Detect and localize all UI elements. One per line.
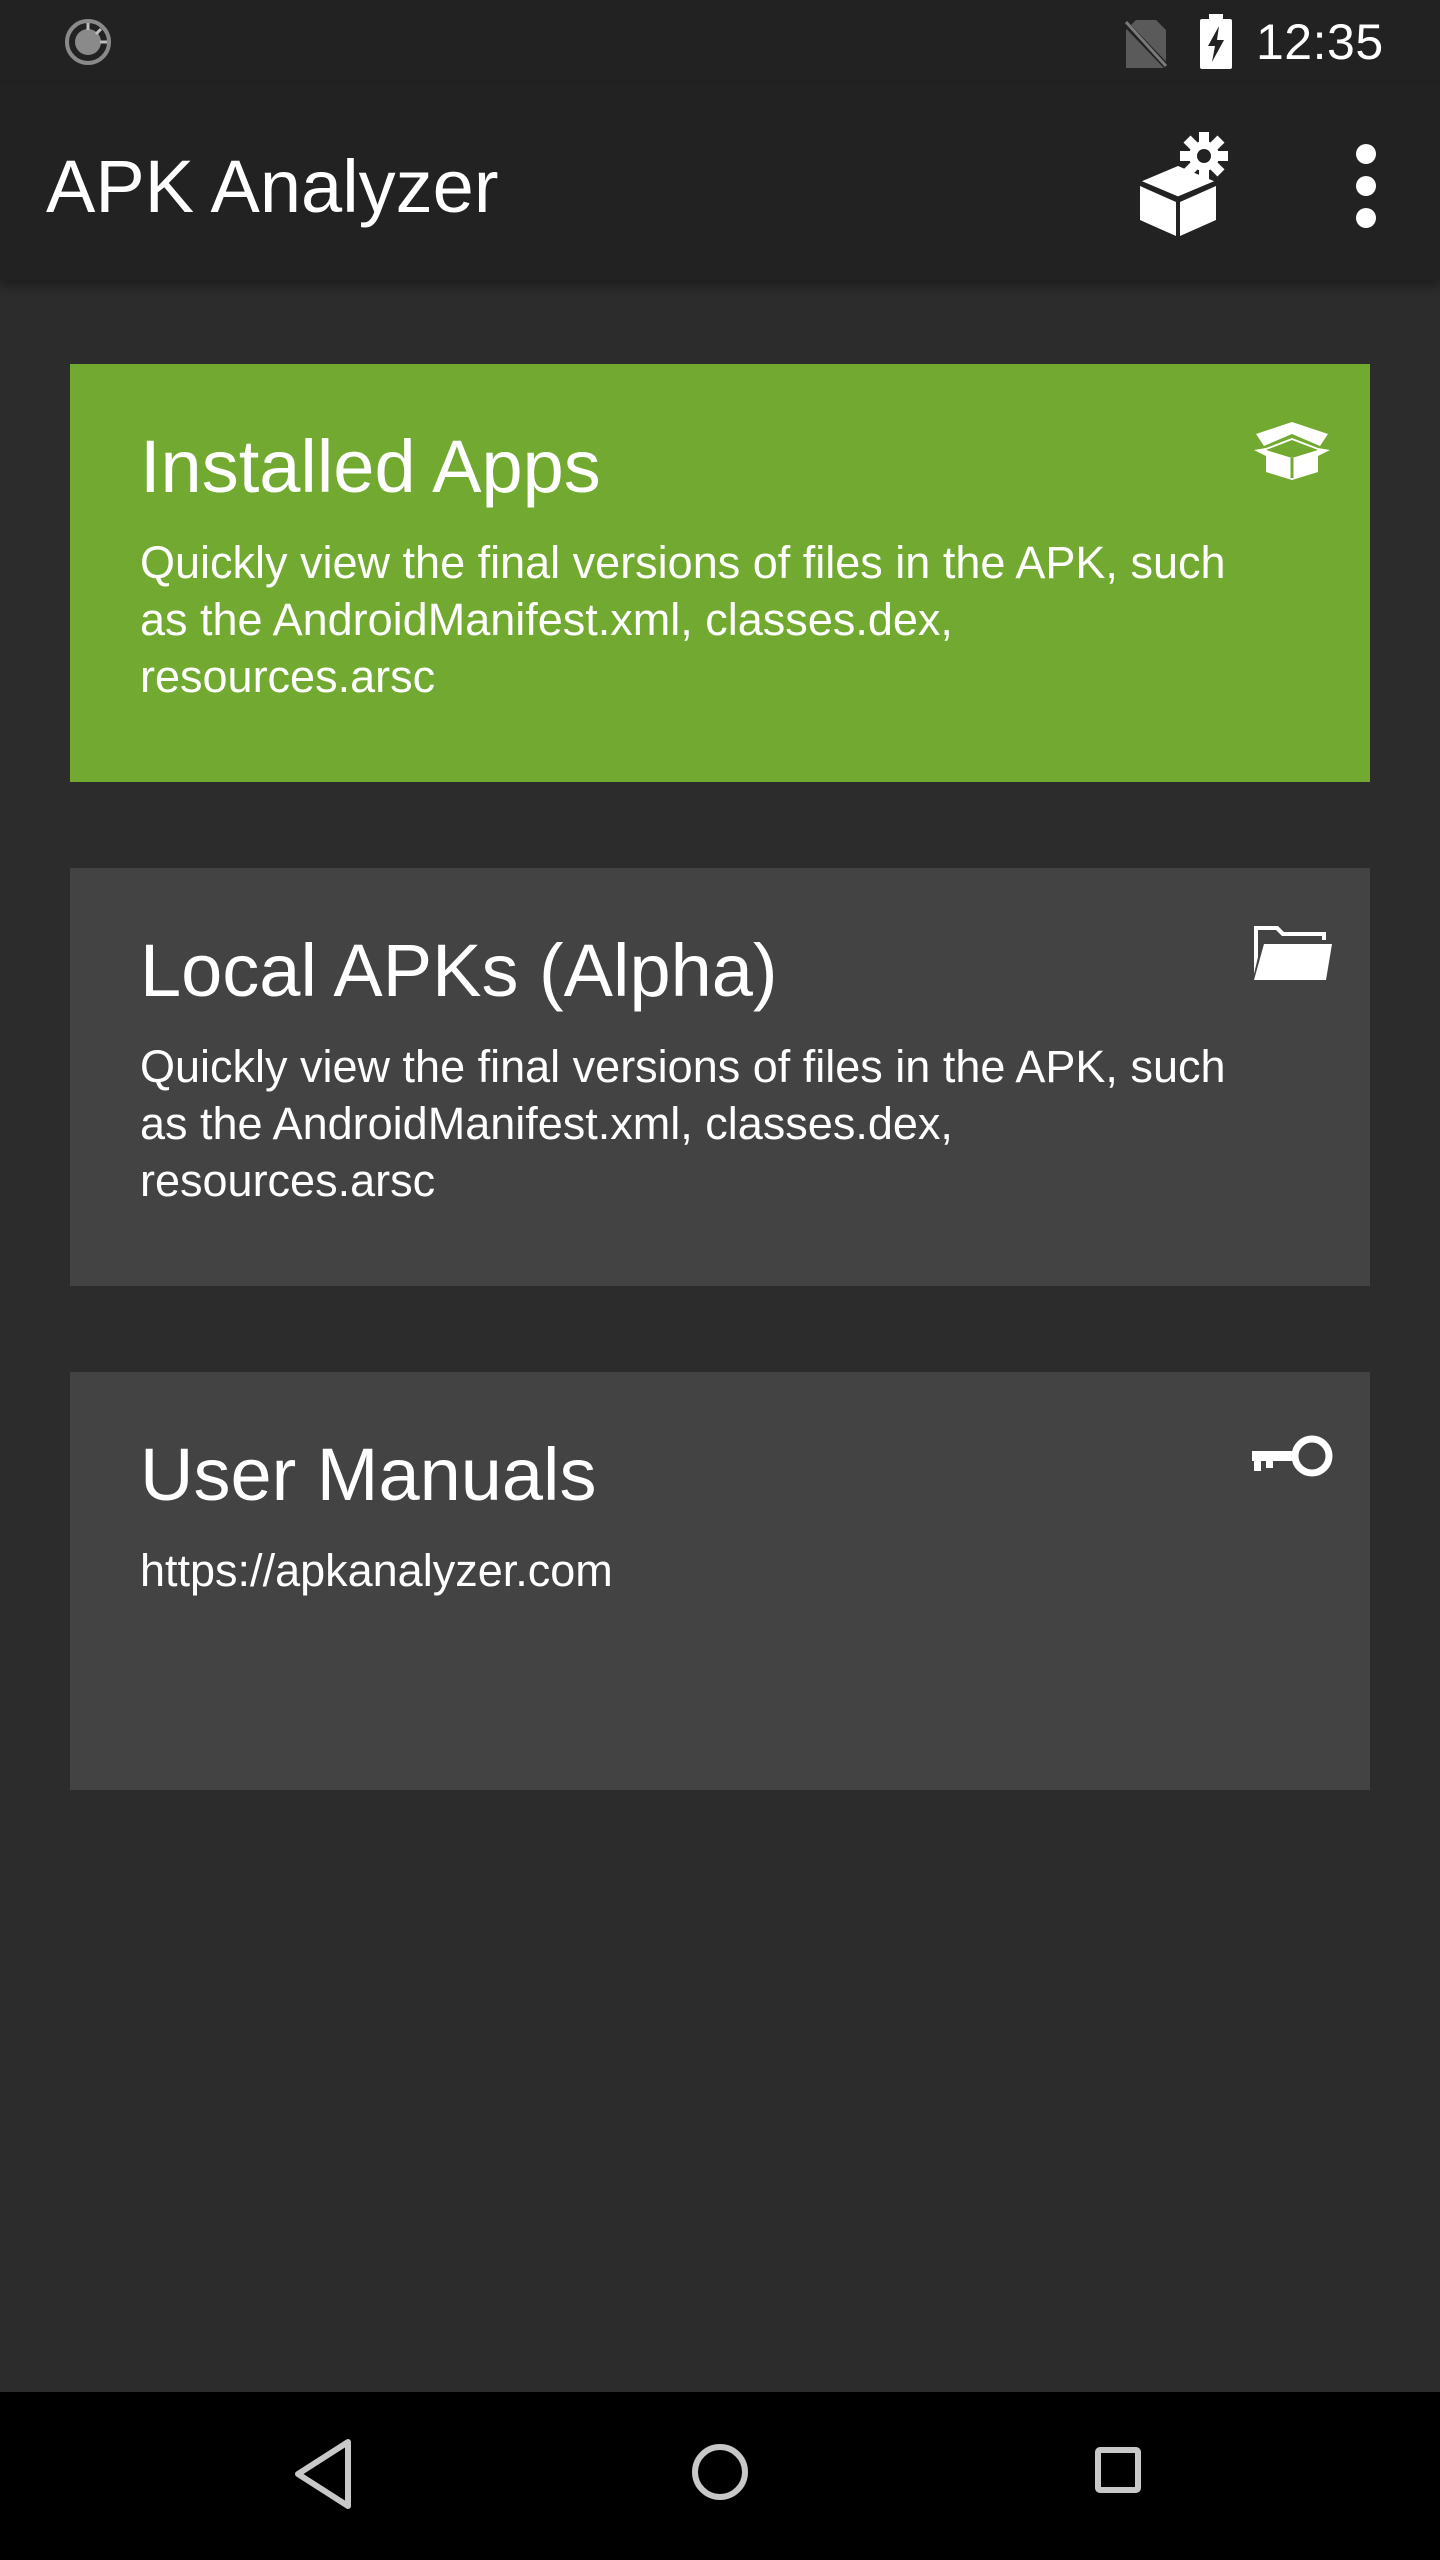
card-title: Local APKs (Alpha) xyxy=(140,929,778,1012)
back-icon[interactable] xyxy=(290,2436,356,2512)
app-bar: APK Analyzer xyxy=(0,84,1440,280)
recents-icon[interactable] xyxy=(1094,2446,1142,2494)
home-icon[interactable] xyxy=(690,2442,750,2502)
box-open-icon xyxy=(1254,422,1330,480)
card-url: https://apkanalyzer.com xyxy=(140,1545,613,1596)
app-title: APK Analyzer xyxy=(46,145,499,228)
navigation-bar xyxy=(0,2392,1440,2560)
status-bar: 12:35 xyxy=(0,0,1440,84)
card-description: Quickly view the final versions of files… xyxy=(140,1041,1226,1206)
card-title: User Manuals xyxy=(140,1433,597,1516)
installed-apps-card[interactable]: Installed Apps Quickly view the final ve… xyxy=(70,364,1370,782)
user-manuals-card[interactable]: User Manuals https://apkanalyzer.com xyxy=(70,1372,1370,1790)
status-time: 12:35 xyxy=(1256,14,1384,70)
settings-box-icon[interactable] xyxy=(1130,124,1246,240)
card-title: Installed Apps xyxy=(140,425,601,508)
no-sim-icon xyxy=(1122,19,1170,70)
overflow-menu-icon[interactable] xyxy=(1326,136,1406,236)
local-apks-card[interactable]: Local APKs (Alpha) Quickly view the fina… xyxy=(70,868,1370,1286)
sync-spinner-icon xyxy=(65,19,111,65)
key-icon xyxy=(1252,1435,1333,1477)
card-description: Quickly view the final versions of files… xyxy=(140,537,1226,702)
folder-open-icon xyxy=(1254,926,1332,980)
screen: 12:35 APK Analyzer Installed Apps Quickl… xyxy=(0,0,1440,2560)
battery-charging-icon xyxy=(1200,14,1232,69)
